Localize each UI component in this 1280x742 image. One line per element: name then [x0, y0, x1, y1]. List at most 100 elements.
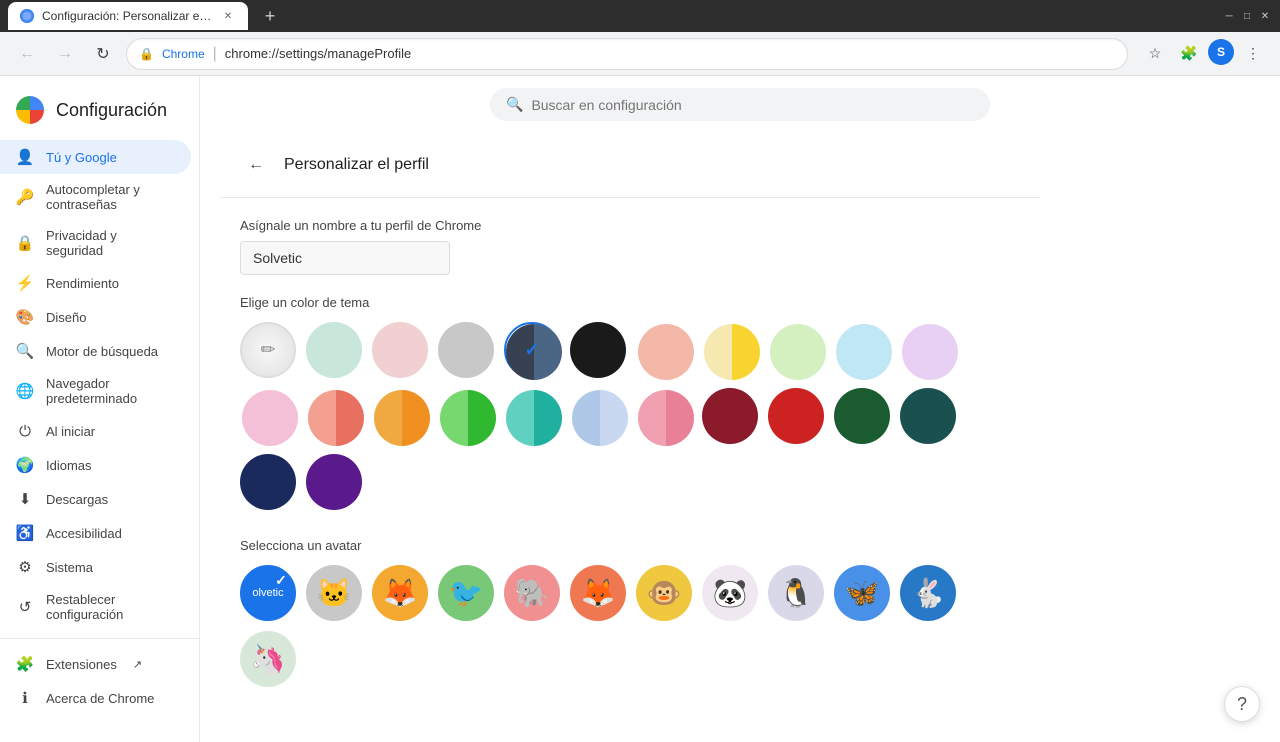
avatar-emoji: 🦊: [383, 577, 418, 610]
color-swatch-salmon-mid[interactable]: [306, 388, 362, 444]
sidebar-item-rendimiento[interactable]: ⚡Rendimiento: [0, 266, 191, 300]
sidebar-logo: Configuración: [0, 88, 199, 140]
minimize-button[interactable]: ─: [1222, 9, 1236, 23]
back-nav-button[interactable]: ←: [12, 39, 42, 69]
sidebar-item-navegador[interactable]: 🌐Navegador predeterminado: [0, 368, 191, 414]
sidebar-item-idiomas[interactable]: 🌍Idiomas: [0, 448, 191, 482]
color-swatch-rose[interactable]: [372, 322, 428, 378]
sidebar-item-privacidad[interactable]: 🔒Privacidad y seguridad: [0, 220, 191, 266]
color-swatch-yellow-light[interactable]: [702, 322, 758, 378]
color-swatch-pink-light[interactable]: [240, 388, 296, 444]
color-swatch-gray[interactable]: [438, 322, 494, 378]
avatar-penguin[interactable]: 🐧: [768, 565, 824, 621]
sidebar-item-al-iniciar[interactable]: ⏻Al iniciar: [0, 414, 191, 448]
sidebar-icon-restablecer: ↺: [16, 598, 34, 616]
close-button[interactable]: ✕: [1258, 9, 1272, 23]
sidebar-label-extensiones: Extensiones: [46, 657, 117, 672]
color-swatch-pink-mid[interactable]: [636, 388, 692, 444]
avatar-panda[interactable]: 🐼: [702, 565, 758, 621]
avatar-emoji: 🐱: [317, 577, 352, 610]
new-tab-button[interactable]: +: [256, 2, 284, 30]
avatar-fox[interactable]: 🦊: [372, 565, 428, 621]
color-section: Elige un color de tema ✏✓: [220, 295, 1040, 538]
color-picker-icon: ✏: [260, 340, 275, 361]
color-swatch-custom[interactable]: ✏: [240, 322, 296, 378]
sidebar-label-autocompletar: Autocompletar y contraseñas: [46, 182, 175, 212]
sidebar-item-motor[interactable]: 🔍Motor de búsqueda: [0, 334, 191, 368]
color-swatch-mint[interactable]: [306, 322, 362, 378]
avatar-emoji: 🐇: [911, 577, 946, 610]
sidebar-item-accesibilidad[interactable]: ♿Accesibilidad: [0, 516, 191, 550]
avatar-emoji: 🐵: [647, 577, 682, 610]
color-swatch-teal-mid[interactable]: [504, 388, 560, 444]
extension-button[interactable]: 🧩: [1174, 39, 1204, 69]
sidebar-item-extensiones[interactable]: 🧩Extensiones↗: [0, 647, 191, 681]
sidebar-label-privacidad: Privacidad y seguridad: [46, 228, 175, 258]
sidebar-title: Configuración: [56, 100, 167, 121]
toolbar: ← → ↻ 🔒 Chrome | chrome://settings/manag…: [0, 32, 1280, 76]
reload-button[interactable]: ↻: [88, 39, 118, 69]
external-link-icon: ↗: [133, 658, 142, 671]
menu-button[interactable]: ⋮: [1238, 39, 1268, 69]
sidebar-icon-al-iniciar: ⏻: [16, 422, 34, 440]
address-bar[interactable]: 🔒 Chrome | chrome://settings/manageProfi…: [126, 38, 1128, 70]
avatar-butterfly[interactable]: 🦋: [834, 565, 890, 621]
active-tab[interactable]: Configuración: Personalizar el p... ✕: [8, 2, 248, 30]
avatar-crane[interactable]: 🐦: [438, 565, 494, 621]
color-swatch-cyan-light[interactable]: [834, 322, 890, 378]
search-input[interactable]: [531, 97, 974, 113]
chrome-label: Chrome: [162, 47, 205, 61]
avatar-section: Selecciona un avatar olvetic✓🐱🦊🐦🐘🦊🐵🐼🐧🦋🐇🦄: [220, 538, 1040, 687]
avatar-elephant[interactable]: 🐘: [504, 565, 560, 621]
color-swatch-blue-mid[interactable]: [570, 388, 626, 444]
avatar-rabbit[interactable]: 🐇: [900, 565, 956, 621]
back-button[interactable]: ←: [240, 149, 272, 181]
sidebar-item-acerca[interactable]: ℹAcerca de Chrome: [0, 681, 191, 715]
profile-button[interactable]: S: [1208, 39, 1234, 65]
bookmark-button[interactable]: ☆: [1140, 39, 1170, 69]
color-swatch-green-light[interactable]: [768, 322, 824, 378]
tab-close-button[interactable]: ✕: [220, 8, 236, 24]
profile-name-input[interactable]: [240, 241, 450, 275]
color-swatch-dark-green[interactable]: [834, 388, 890, 444]
sidebar-item-tu-y-google[interactable]: 👤Tú y Google: [0, 140, 191, 174]
sidebar-icon-accesibilidad: ♿: [16, 524, 34, 542]
content-area: 🔍 ← Personalizar el perfil Asígnale un n…: [200, 76, 1280, 742]
sidebar-icon-acerca: ℹ: [16, 689, 34, 707]
avatar-selected-checkmark: ✓: [272, 571, 290, 589]
avatar-grid: olvetic✓🐱🦊🐦🐘🦊🐵🐼🐧🦋🐇🦄: [240, 565, 1020, 687]
color-swatch-purple[interactable]: [306, 454, 362, 510]
avatar-fox2[interactable]: 🦊: [570, 565, 626, 621]
sidebar-item-autocompletar[interactable]: 🔑Autocompletar y contraseñas: [0, 174, 191, 220]
maximize-button[interactable]: □: [1240, 9, 1254, 23]
avatar-cat[interactable]: 🐱: [306, 565, 362, 621]
sidebar-divider: [0, 638, 199, 639]
color-swatch-salmon-light[interactable]: [636, 322, 692, 378]
color-swatch-navy[interactable]: [240, 454, 296, 510]
color-swatch-orange-mid[interactable]: [372, 388, 428, 444]
avatar-unicorn[interactable]: 🦄: [240, 631, 296, 687]
forward-nav-button[interactable]: →: [50, 39, 80, 69]
color-swatch-crimson[interactable]: [702, 388, 758, 444]
color-selected-checkmark: ✓: [524, 340, 539, 361]
sidebar-label-idiomas: Idiomas: [46, 458, 92, 473]
sidebar-label-rendimiento: Rendimiento: [46, 276, 119, 291]
sidebar-item-restablecer[interactable]: ↺ Restablecer configuración: [0, 584, 191, 630]
color-swatch-black[interactable]: [570, 322, 626, 378]
color-swatch-green-mid[interactable]: [438, 388, 494, 444]
sidebar-item-sistema[interactable]: ⚙Sistema: [0, 550, 191, 584]
sidebar-label-restablecer: Restablecer configuración: [46, 592, 175, 622]
avatar-solvetic[interactable]: olvetic✓: [240, 565, 296, 621]
sidebar-item-descargas[interactable]: ⬇Descargas: [0, 482, 191, 516]
color-swatch-dark-gray-blue[interactable]: ✓: [504, 322, 560, 378]
avatar-emoji: 🐧: [779, 577, 814, 610]
avatar-monkey[interactable]: 🐵: [636, 565, 692, 621]
sidebar-item-diseno[interactable]: 🎨Diseño: [0, 300, 191, 334]
color-swatch-lavender-light[interactable]: [900, 322, 956, 378]
avatar-emoji: 🐼: [713, 577, 748, 610]
sidebar-label-descargas: Descargas: [46, 492, 108, 507]
sidebar-label-motor: Motor de búsqueda: [46, 344, 158, 359]
color-swatch-dark-teal[interactable]: [900, 388, 956, 444]
color-swatch-red[interactable]: [768, 388, 824, 444]
assistant-icon[interactable]: ?: [1224, 686, 1260, 722]
